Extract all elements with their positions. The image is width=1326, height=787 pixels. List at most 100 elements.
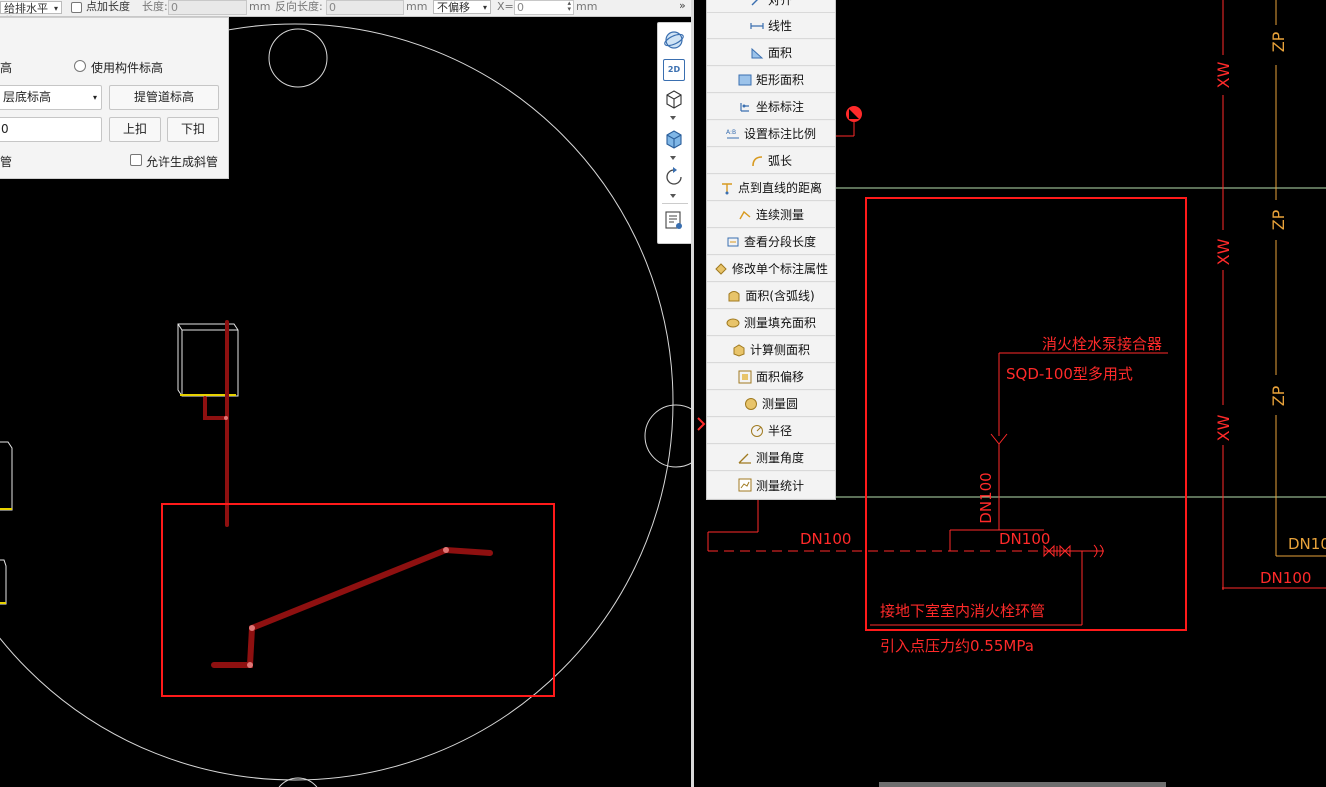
menu-item-label: 线性	[767, 19, 792, 33]
x-label: X=	[497, 0, 514, 13]
menu-item-area-offset[interactable]: 面积偏移	[707, 364, 835, 390]
measure-angle-icon	[738, 453, 751, 464]
svg-text:A:B: A:B	[726, 129, 736, 136]
chevron-down-icon: ▾	[482, 3, 487, 12]
up-button[interactable]: 上扣	[109, 117, 161, 142]
xw-label-1: XW	[1214, 61, 1233, 88]
menu-item-side-area[interactable]: 计算侧面积	[707, 337, 835, 363]
add-length-checkbox[interactable]	[71, 2, 82, 13]
menu-item-measure-circle[interactable]: 测量圆	[707, 391, 835, 417]
chevron-down-icon: ▾	[53, 4, 58, 13]
add-length-label: 点加长度	[86, 0, 130, 13]
menu-item-continuous[interactable]: 连续测量	[707, 202, 835, 228]
menu-item-label: 弧长	[767, 154, 792, 168]
x-unit: mm	[576, 0, 598, 13]
spinner-icon[interactable]: ▴ ▾	[567, 0, 571, 13]
menu-item-radius[interactable]: 半径	[707, 418, 835, 444]
coordinate-dimension-icon	[740, 102, 749, 112]
base-elevation-value: 层底标高	[3, 90, 52, 104]
x-input[interactable]: 0 ▴ ▾	[514, 0, 574, 15]
chevron-down-icon[interactable]	[670, 156, 676, 160]
offset-mode-value: 不偏移	[437, 1, 470, 14]
menu-item-segment-length[interactable]: 查看分段长度	[707, 229, 835, 255]
menu-item-dimension-scale[interactable]: A:B 设置标注比例	[707, 121, 835, 147]
chevron-down-icon[interactable]	[670, 116, 676, 120]
menu-item-label: 测量统计	[755, 478, 804, 493]
menu-item-fill-area[interactable]: 测量填充面积	[707, 310, 835, 336]
menu-item-area-arc[interactable]: 面积(含弧线)	[707, 283, 835, 309]
menu-item-label: 矩形面积	[755, 73, 804, 87]
properties-icon[interactable]	[663, 209, 685, 231]
allow-slope-checkbox[interactable]	[130, 154, 142, 166]
menu-item-label: 面积偏移	[755, 370, 804, 384]
length-label: 长度:	[142, 0, 168, 13]
horizontal-scrollbar[interactable]	[879, 782, 1166, 787]
edit-dimension-icon	[715, 262, 727, 275]
connector-model: SQD-100型多用式	[1006, 365, 1133, 383]
menu-item-coordinate[interactable]: 坐标标注	[707, 94, 835, 120]
horizontal-mode-select[interactable]: 给排水平值 ▾	[0, 1, 62, 16]
area-offset-icon	[738, 370, 752, 383]
rotate-icon[interactable]	[663, 166, 685, 188]
arc-length-icon	[752, 155, 763, 166]
more-icon[interactable]: »	[679, 0, 686, 15]
x-value: 0	[517, 1, 524, 14]
zp-label-1: ZP	[1269, 31, 1288, 52]
menu-item-align[interactable]: 对齐	[707, 0, 835, 13]
radio-left-label: 高	[0, 61, 13, 75]
down-button[interactable]: 下扣	[167, 117, 219, 142]
length-input[interactable]: 0	[168, 0, 247, 15]
menu-item-measure-stats[interactable]: 测量统计	[707, 472, 835, 498]
menu-item-rect-area[interactable]: 矩形面积	[707, 67, 835, 93]
zp-label-2: ZP	[1269, 209, 1288, 230]
menu-item-label: 设置标注比例	[743, 127, 816, 141]
dn100-orange-label: DN100	[1288, 535, 1326, 553]
menu-item-area[interactable]: 面积	[707, 40, 835, 66]
chevron-down-icon[interactable]	[670, 194, 676, 198]
xw-label-2: XW	[1214, 238, 1233, 265]
menu-item-label: 连续测量	[755, 208, 804, 222]
main-pipe-note: 接地下室室内消火栓环管	[880, 602, 1045, 620]
view-toolbar: 2D	[657, 22, 693, 244]
menu-item-label: 坐标标注	[755, 100, 804, 114]
reverse-length-unit: mm	[406, 0, 428, 13]
menu-item-label: 查看分段长度	[743, 235, 816, 249]
menu-item-linear[interactable]: 线性	[707, 13, 835, 39]
connector-title: 消火栓水泵接合器	[1042, 335, 1162, 353]
base-elevation-select[interactable]: 层底标高 ▾	[0, 85, 102, 110]
fill-area-icon	[726, 318, 740, 327]
measure-circle-icon	[744, 397, 757, 410]
dn100-vertical-label: DN100	[977, 472, 995, 523]
pressure-note: 引入点压力约0.55MPa	[880, 637, 1034, 655]
menu-item-label: 测量圆	[761, 397, 798, 411]
menu-item-arc-length[interactable]: 弧长	[707, 148, 835, 174]
dn100-red-label-right: DN100	[1260, 569, 1311, 587]
top-small-circle	[268, 28, 328, 88]
2d-view-icon[interactable]: 2D	[663, 59, 685, 81]
menu-item-label: 半径	[767, 424, 792, 438]
dn100-mid-label: DN100	[999, 530, 1050, 548]
menu-item-label: 点到直线的距离	[737, 181, 822, 195]
use-component-elevation-radio[interactable]	[74, 60, 86, 72]
highlight-box-cad	[865, 197, 1187, 631]
chevron-down-icon: ▾	[92, 93, 97, 102]
solid-box-icon[interactable]	[663, 128, 685, 150]
offset-mode-select[interactable]: 不偏移 ▾	[433, 0, 491, 14]
3d-box-icon[interactable]	[663, 88, 685, 110]
elevation-value-input[interactable]: 0	[0, 117, 102, 142]
dn100-left-label: DN100	[800, 530, 851, 548]
orbit-icon[interactable]	[663, 29, 685, 51]
menu-item-edit-dimension[interactable]: 修改单个标注属性	[707, 256, 835, 282]
menu-item-point-line[interactable]: 点到直线的距离	[707, 175, 835, 201]
reverse-length-label: 反向长度:	[275, 0, 323, 13]
menu-item-measure-angle[interactable]: 测量角度	[707, 445, 835, 471]
area-arc-icon	[728, 290, 740, 301]
radius-icon	[750, 424, 763, 437]
reverse-length-input[interactable]: 0	[326, 0, 404, 15]
allow-slope-label: 允许生成斜管	[146, 155, 219, 169]
menu-item-label: 计算侧面积	[749, 343, 810, 357]
menu-item-label: 修改单个标注属性	[731, 262, 828, 276]
riser-elevation-button[interactable]: 提管道标高	[109, 85, 219, 110]
zp-label-3: ZP	[1269, 385, 1288, 406]
horizontal-mode-value: 给排水平值	[4, 2, 48, 16]
